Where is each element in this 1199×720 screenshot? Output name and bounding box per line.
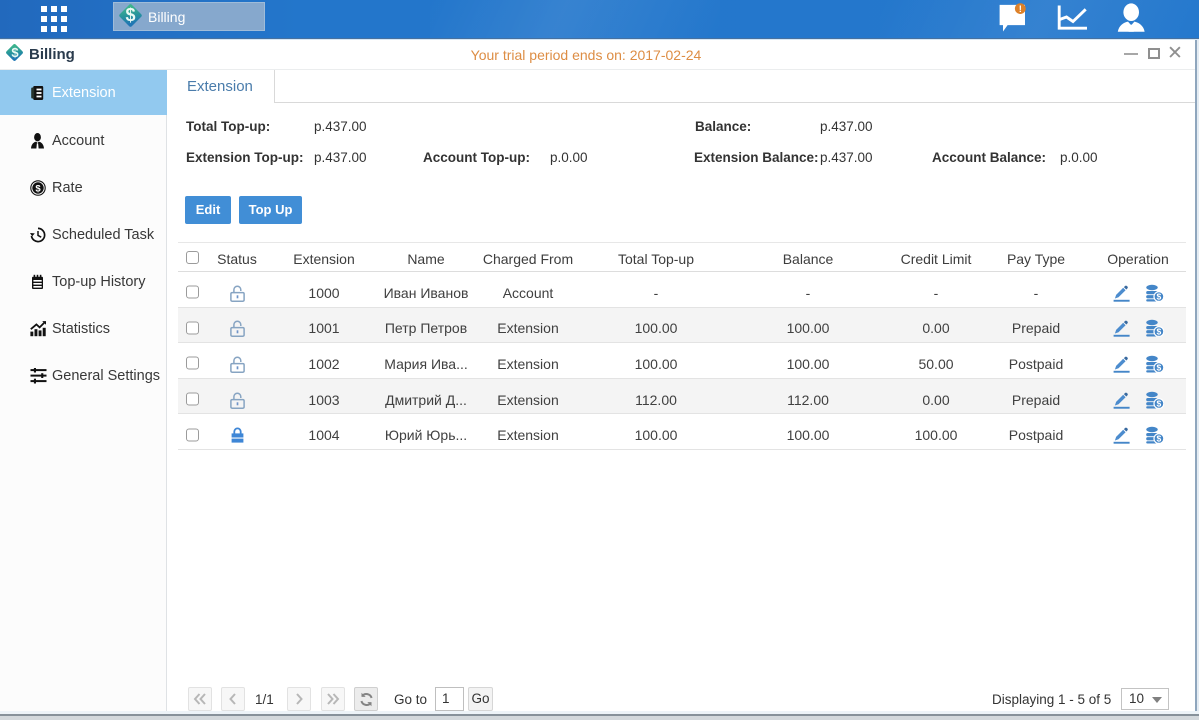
svg-text:$: $ — [35, 183, 41, 194]
svg-text:!: ! — [1019, 4, 1022, 15]
